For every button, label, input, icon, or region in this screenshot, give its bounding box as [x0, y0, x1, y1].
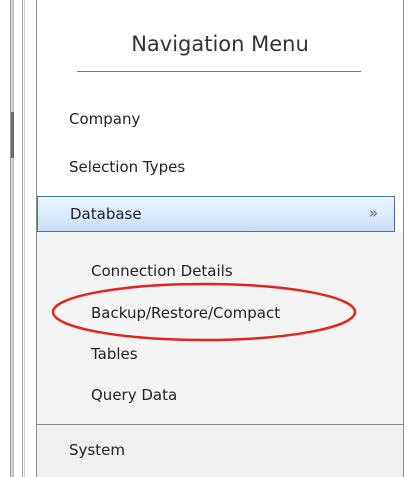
- database-submenu: Connection Details Backup/Restore/Compac…: [37, 232, 403, 424]
- menu-item-company[interactable]: Company: [69, 110, 140, 128]
- splitter-grip[interactable]: [11, 112, 14, 158]
- window-left-border: [10, 0, 14, 477]
- window-frame: Navigation Menu Company Selection Types …: [0, 0, 409, 477]
- menu-item-database[interactable]: Database »: [37, 196, 395, 232]
- nav-title: Navigation Menu: [131, 32, 309, 56]
- submenu-item-query-data[interactable]: Query Data: [91, 386, 177, 404]
- submenu-item-connection-details[interactable]: Connection Details: [91, 262, 233, 280]
- submenu-item-tables[interactable]: Tables: [91, 345, 138, 363]
- menu-item-system[interactable]: System: [69, 441, 125, 459]
- double-chevron-down-icon[interactable]: »: [369, 204, 378, 222]
- window-inner-border: [22, 0, 25, 477]
- submenu-item-backup-restore-compact[interactable]: Backup/Restore/Compact: [91, 304, 280, 322]
- database-label: Database: [70, 205, 142, 223]
- title-underline: [77, 71, 361, 72]
- menu-item-selection-types[interactable]: Selection Types: [69, 158, 185, 176]
- navigation-panel: Navigation Menu Company Selection Types …: [36, 0, 404, 477]
